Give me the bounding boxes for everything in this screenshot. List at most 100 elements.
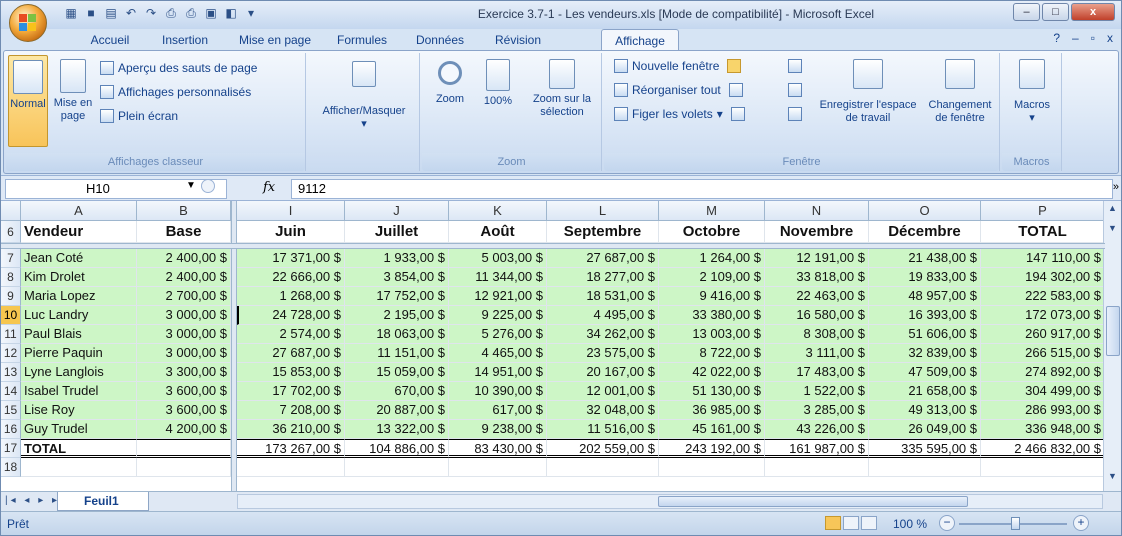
- month-value-cell[interactable]: 13 003,00 $: [659, 325, 765, 344]
- month-value-cell[interactable]: 9 225,00 $: [449, 306, 547, 325]
- header-cell[interactable]: Base: [137, 221, 231, 243]
- month-value-cell[interactable]: 17 702,00 $: [237, 382, 345, 401]
- month-value-cell[interactable]: 83 430,00 $: [449, 439, 547, 458]
- base-cell[interactable]: 2 400,00 $: [137, 268, 231, 287]
- header-cell[interactable]: Août: [449, 221, 547, 243]
- month-value-cell[interactable]: 45 161,00 $: [659, 420, 765, 439]
- month-value-cell[interactable]: 147 110,00 $: [981, 249, 1105, 268]
- page-layout-view-icon[interactable]: [843, 516, 859, 530]
- column-header[interactable]: L: [547, 201, 659, 221]
- month-value-cell[interactable]: 22 666,00 $: [237, 268, 345, 287]
- month-value-cell[interactable]: 1 933,00 $: [345, 249, 449, 268]
- month-value-cell[interactable]: 286 993,00 $: [981, 401, 1105, 420]
- horizontal-scrollbar[interactable]: [237, 494, 1103, 509]
- close-button[interactable]: x: [1071, 3, 1115, 21]
- month-value-cell[interactable]: 20 887,00 $: [345, 401, 449, 420]
- month-value-cell[interactable]: [869, 458, 981, 477]
- month-value-cell[interactable]: [765, 458, 869, 477]
- month-value-cell[interactable]: 16 580,00 $: [765, 306, 869, 325]
- header-cell[interactable]: Octobre: [659, 221, 765, 243]
- month-value-cell[interactable]: 3 285,00 $: [765, 401, 869, 420]
- row-header[interactable]: 15: [1, 401, 21, 420]
- base-cell[interactable]: 3 300,00 $: [137, 363, 231, 382]
- base-cell[interactable]: [137, 439, 231, 458]
- month-value-cell[interactable]: 304 499,00 $: [981, 382, 1105, 401]
- month-value-cell[interactable]: 33 818,00 $: [765, 268, 869, 287]
- sync-scroll-icon[interactable]: [728, 83, 743, 97]
- expand-formula-icon[interactable]: »: [1113, 181, 1119, 193]
- page-break-view-icon[interactable]: [861, 516, 877, 530]
- row-header[interactable]: 8: [1, 268, 21, 287]
- month-value-cell[interactable]: 194 302,00 $: [981, 268, 1105, 287]
- base-cell[interactable]: 2 400,00 $: [137, 249, 231, 268]
- column-header[interactable]: K: [449, 201, 547, 221]
- zoom-100-button[interactable]: 100%: [476, 55, 520, 147]
- zoom-out-icon[interactable]: −: [939, 515, 955, 531]
- base-cell[interactable]: 4 200,00 $: [137, 420, 231, 439]
- month-value-cell[interactable]: 5 276,00 $: [449, 325, 547, 344]
- month-value-cell[interactable]: 47 509,00 $: [869, 363, 981, 382]
- month-value-cell[interactable]: 335 595,00 $: [869, 439, 981, 458]
- month-value-cell[interactable]: [981, 458, 1105, 477]
- month-value-cell[interactable]: 2 195,00 $: [345, 306, 449, 325]
- vendor-name-cell[interactable]: Luc Landry: [21, 306, 137, 325]
- month-value-cell[interactable]: 670,00 $: [345, 382, 449, 401]
- month-value-cell[interactable]: 2 574,00 $: [237, 325, 345, 344]
- month-value-cell[interactable]: 1 264,00 $: [659, 249, 765, 268]
- month-value-cell[interactable]: 274 892,00 $: [981, 363, 1105, 382]
- macros-button[interactable]: Macros ▾: [1006, 55, 1058, 147]
- row-header[interactable]: 18: [1, 458, 21, 477]
- scroll-down-icon[interactable]: ▼: [1105, 223, 1120, 239]
- scroll-up-icon[interactable]: ▲: [1105, 203, 1120, 219]
- base-cell[interactable]: [137, 458, 231, 477]
- header-cell[interactable]: Décembre: [869, 221, 981, 243]
- row-header[interactable]: 17: [1, 439, 21, 458]
- base-cell[interactable]: 3 000,00 $: [137, 344, 231, 363]
- month-value-cell[interactable]: 12 921,00 $: [449, 287, 547, 306]
- row-header[interactable]: 9: [1, 287, 21, 306]
- month-value-cell[interactable]: 36 210,00 $: [237, 420, 345, 439]
- month-value-cell[interactable]: 7 208,00 $: [237, 401, 345, 420]
- month-value-cell[interactable]: [449, 458, 547, 477]
- normal-view-button[interactable]: Normal: [8, 55, 48, 147]
- base-cell[interactable]: 3 600,00 $: [137, 401, 231, 420]
- month-value-cell[interactable]: 32 048,00 $: [547, 401, 659, 420]
- maximize-button[interactable]: □: [1042, 3, 1069, 21]
- horizontal-split-bar[interactable]: [1, 243, 1105, 249]
- month-value-cell[interactable]: 172 073,00 $: [981, 306, 1105, 325]
- header-cell[interactable]: Novembre: [765, 221, 869, 243]
- header-cell[interactable]: Vendeur: [21, 221, 137, 243]
- page-break-preview-button[interactable]: Aperçu des sauts de page: [100, 61, 257, 75]
- tab-revision[interactable]: Révision: [483, 29, 553, 51]
- month-value-cell[interactable]: 243 192,00 $: [659, 439, 765, 458]
- month-value-cell[interactable]: 104 886,00 $: [345, 439, 449, 458]
- reset-position-icon[interactable]: [730, 107, 745, 121]
- month-value-cell[interactable]: 21 438,00 $: [869, 249, 981, 268]
- help-icon[interactable]: ?: [1053, 31, 1060, 45]
- month-value-cell[interactable]: 8 308,00 $: [765, 325, 869, 344]
- month-value-cell[interactable]: 2 466 832,00 $: [981, 439, 1105, 458]
- normal-view-icon[interactable]: [825, 516, 841, 530]
- month-value-cell[interactable]: 27 687,00 $: [547, 249, 659, 268]
- month-value-cell[interactable]: 13 322,00 $: [345, 420, 449, 439]
- month-value-cell[interactable]: [237, 458, 345, 477]
- column-header[interactable]: O: [869, 201, 981, 221]
- month-value-cell[interactable]: [345, 458, 449, 477]
- column-header[interactable]: P: [981, 201, 1105, 221]
- month-value-cell[interactable]: 1 522,00 $: [765, 382, 869, 401]
- month-value-cell[interactable]: 15 853,00 $: [237, 363, 345, 382]
- vertical-scrollbar[interactable]: ▲ ▼ ▼: [1103, 201, 1121, 491]
- month-value-cell[interactable]: 27 687,00 $: [237, 344, 345, 363]
- month-value-cell[interactable]: 2 109,00 $: [659, 268, 765, 287]
- hide-button[interactable]: [788, 83, 802, 97]
- month-value-cell[interactable]: 9 416,00 $: [659, 287, 765, 306]
- month-value-cell[interactable]: 26 049,00 $: [869, 420, 981, 439]
- vendor-name-cell[interactable]: Paul Blais: [21, 325, 137, 344]
- unhide-button[interactable]: [788, 107, 802, 121]
- month-value-cell[interactable]: 42 022,00 $: [659, 363, 765, 382]
- side-by-side-icon[interactable]: [727, 59, 742, 73]
- month-value-cell[interactable]: 12 001,00 $: [547, 382, 659, 401]
- ribbon-minimize-icon[interactable]: –: [1072, 31, 1079, 45]
- month-value-cell[interactable]: 17 371,00 $: [237, 249, 345, 268]
- tab-mise-en-page[interactable]: Mise en page: [229, 29, 321, 51]
